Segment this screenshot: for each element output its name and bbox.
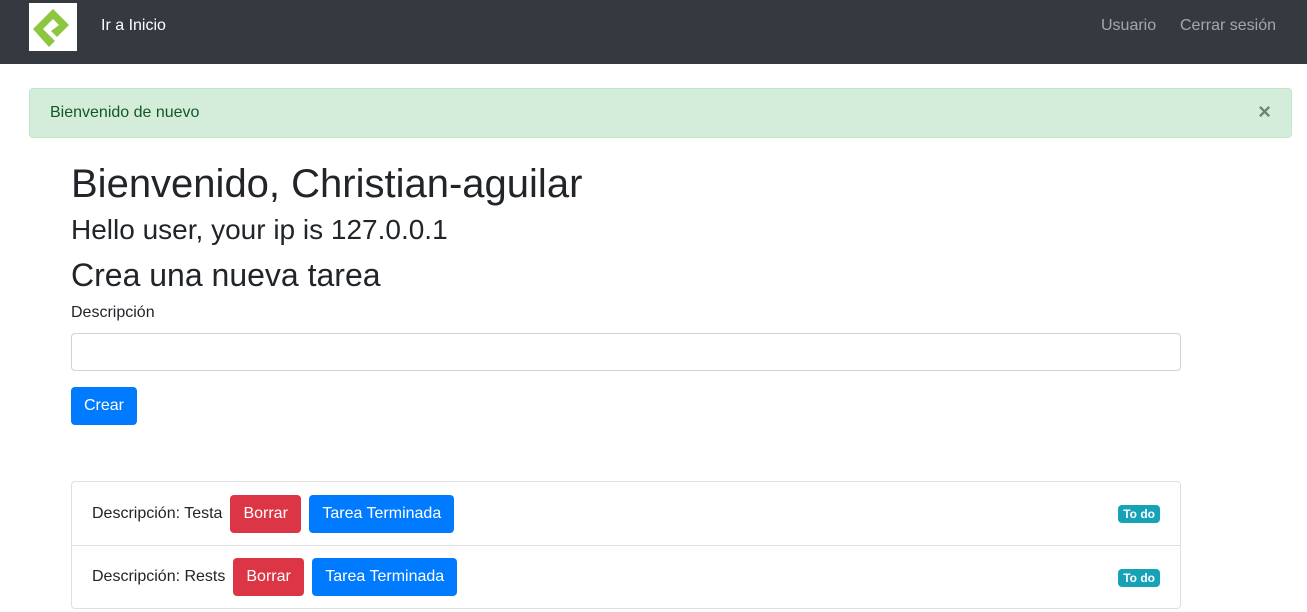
delete-button[interactable]: Borrar <box>230 494 301 533</box>
task-description: Descripción: Testa <box>92 504 223 522</box>
user-link[interactable]: Usuario <box>1101 17 1156 35</box>
logout-link[interactable]: Cerrar sesión <box>1180 17 1276 35</box>
task-item: Descripción: Rests Borrar Tarea Terminad… <box>72 545 1180 608</box>
home-link[interactable]: Ir a Inicio <box>101 17 166 35</box>
task-description: Descripción: Rests <box>92 568 226 585</box>
complete-button[interactable]: Tarea Terminada <box>312 558 458 596</box>
complete-button[interactable]: Tarea Terminada <box>309 494 455 533</box>
logo-icon[interactable] <box>29 3 77 51</box>
status-badge: To do <box>1118 569 1160 587</box>
create-task-title: Crea una nueva tarea <box>71 257 381 293</box>
alert-message: Bienvenido de nuevo <box>50 104 200 121</box>
description-input[interactable] <box>71 333 1181 371</box>
close-icon[interactable]: × <box>1258 99 1271 125</box>
task-item: Descripción: Testa Borrar Tarea Terminad… <box>72 482 1180 545</box>
create-button[interactable]: Crear <box>71 387 138 425</box>
description-label: Descripción <box>71 304 155 321</box>
status-badge: To do <box>1118 505 1160 523</box>
ip-message: Hello user, your ip is 127.0.0.1 <box>71 214 448 245</box>
welcome-heading: Bienvenido, Christian-aguilar <box>71 162 583 206</box>
welcome-alert: Bienvenido de nuevo × <box>29 88 1292 138</box>
task-list: Descripción: Testa Borrar Tarea Terminad… <box>71 481 1181 609</box>
delete-button[interactable]: Borrar <box>233 558 304 596</box>
navbar: Ir a Inicio Usuario Cerrar sesión <box>0 0 1307 64</box>
